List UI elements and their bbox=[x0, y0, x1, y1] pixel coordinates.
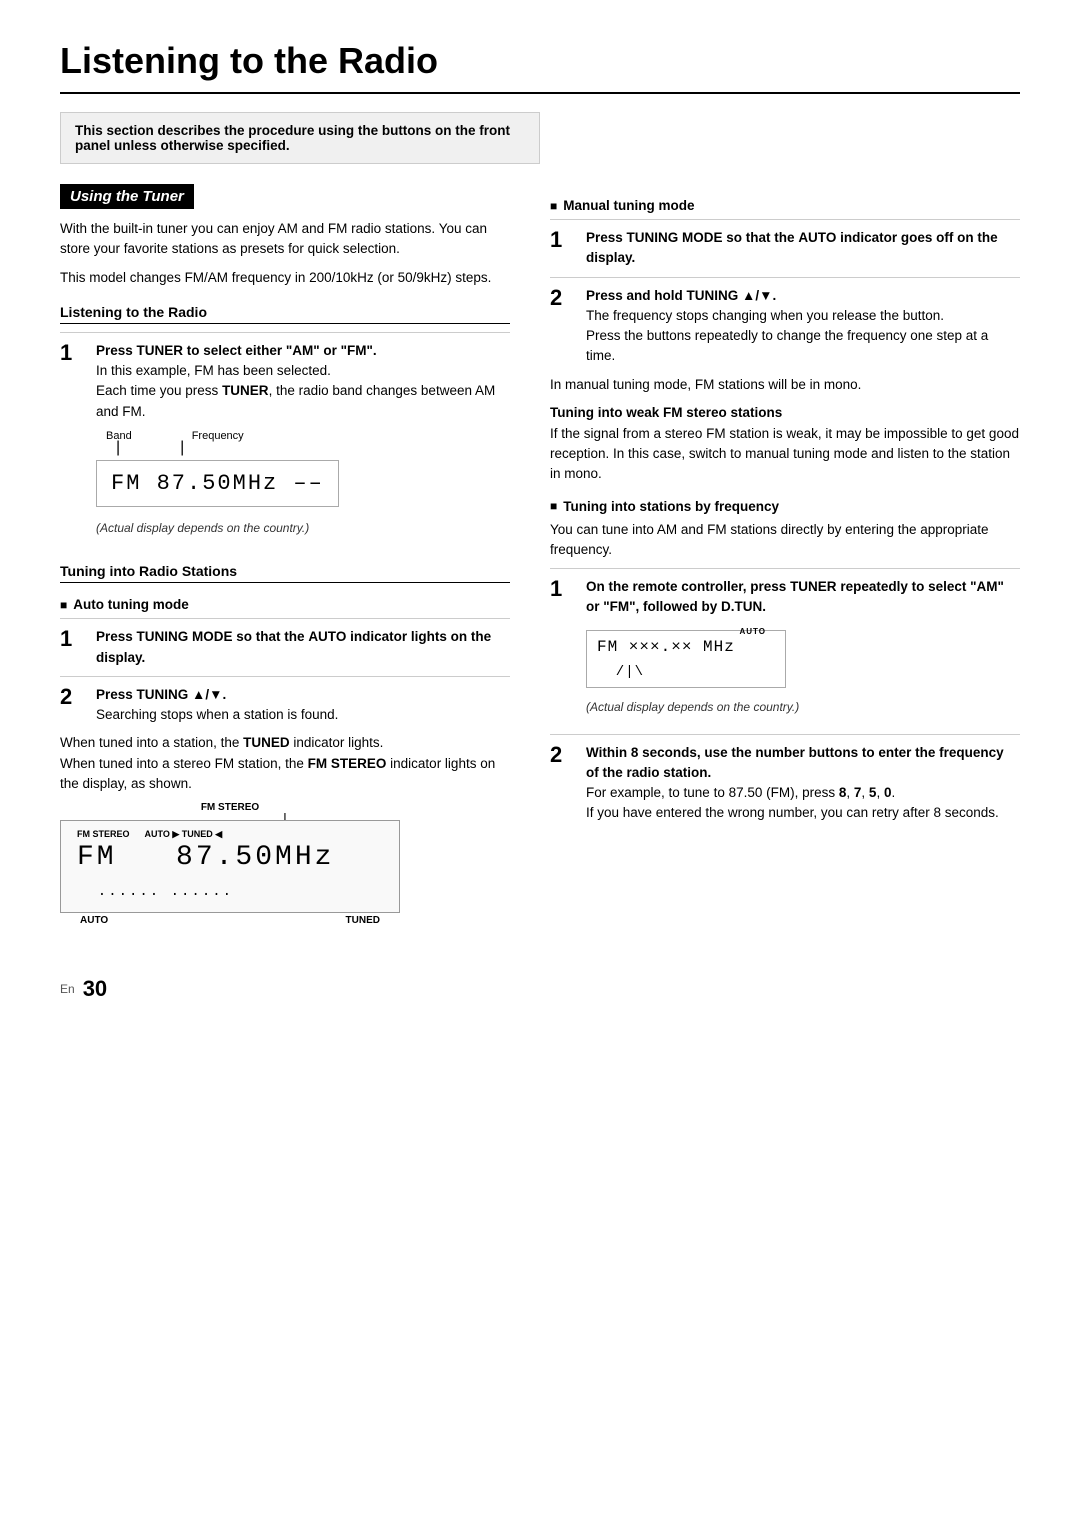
freq-step1-content: On the remote controller, press TUNER re… bbox=[586, 577, 1020, 726]
intro-text: This section describes the procedure usi… bbox=[75, 123, 510, 153]
step1-content: Press TUNER to select either "AM" or "FM… bbox=[96, 341, 510, 548]
right-column: Manual tuning mode 1 Press TUNING MODE s… bbox=[550, 184, 1020, 936]
manual-step-num-1: 1 bbox=[550, 228, 578, 252]
freq-display-area: AUTO FM ×××.×× MHz /|\ (Actual display d… bbox=[586, 624, 1020, 716]
freq-label: Frequency bbox=[192, 428, 244, 445]
freq-display-text: FM ×××.×× MHz bbox=[597, 638, 735, 656]
tuned-note: When tuned into a station, the TUNED ind… bbox=[60, 733, 510, 794]
fm-stereo-label-text: FM STEREO bbox=[201, 802, 259, 813]
freq-display-box: AUTO FM ×××.×× MHz /|\ bbox=[586, 630, 786, 688]
weak-fm-heading: Tuning into weak FM stereo stations bbox=[550, 405, 1020, 420]
freq-display-caption: (Actual display depends on the country.) bbox=[586, 698, 1020, 716]
page-footer: En 30 bbox=[60, 976, 1020, 1002]
fm-display-area: Band Frequency | | FM 87.50MHz –– (Actua… bbox=[96, 428, 510, 538]
weak-fm-body: If the signal from a stereo FM station i… bbox=[550, 424, 1020, 485]
auto-indicator: AUTO bbox=[739, 626, 766, 638]
fm-large-display: FM STEREO AUTO ▶ TUNED ◀ FM 87.50MHz ...… bbox=[60, 820, 400, 913]
listening-step1: 1 Press TUNER to select either "AM" or "… bbox=[60, 332, 510, 548]
auto-step2-content: Press TUNING ▲/▼. Searching stops when a… bbox=[96, 685, 510, 726]
freq-step2: 2 Within 8 seconds, use the number butto… bbox=[550, 734, 1020, 824]
freq-step2-content: Within 8 seconds, use the number buttons… bbox=[586, 743, 1020, 824]
using-tuner-heading: Using the Tuner bbox=[60, 184, 194, 209]
freq-display-wrapper: AUTO FM ×××.×× MHz /|\ bbox=[586, 624, 786, 694]
by-freq-heading: Tuning into stations by frequency bbox=[550, 499, 1020, 514]
left-column: Using the Tuner With the built-in tuner … bbox=[60, 184, 510, 936]
large-display-dots: ...... ...... bbox=[77, 884, 233, 900]
manual-step2-content: Press and hold TUNING ▲/▼. The frequency… bbox=[586, 286, 1020, 367]
tuning-stations-heading: Tuning into Radio Stations bbox=[60, 563, 510, 583]
manual-mode-text: Manual tuning mode bbox=[563, 198, 694, 213]
freq-step2-title: Within 8 seconds, use the number buttons… bbox=[586, 745, 1004, 780]
manual-step1: 1 Press TUNING MODE so that the AUTO ind… bbox=[550, 219, 1020, 269]
auto-step1-content: Press TUNING MODE so that the AUTO indic… bbox=[96, 627, 510, 668]
freq-step1: 1 On the remote controller, press TUNER … bbox=[550, 568, 1020, 726]
title-divider bbox=[60, 92, 1020, 94]
fm-display: FM 87.50MHz –– bbox=[96, 460, 339, 507]
large-display-text: FM 87.50MHz bbox=[77, 842, 334, 873]
page-number: 30 bbox=[83, 976, 107, 1002]
auto-bottom-label: AUTO bbox=[80, 915, 108, 926]
tuner-para1: With the built-in tuner you can enjoy AM… bbox=[60, 219, 510, 260]
main-content: Using the Tuner With the built-in tuner … bbox=[60, 184, 1020, 936]
inline-fm-stereo: FM STEREO AUTO ▶ TUNED ◀ bbox=[77, 829, 383, 840]
manual-step2-body2: Press the buttons repeatedly to change t… bbox=[586, 328, 988, 363]
auto-mode-label: Auto tuning mode bbox=[60, 597, 510, 612]
auto-step-num-1: 1 bbox=[60, 627, 88, 651]
manual-step2-title: Press and hold TUNING ▲/▼. bbox=[586, 288, 776, 303]
auto-step-num-2: 2 bbox=[60, 685, 88, 709]
manual-step2-body1: The frequency stops changing when you re… bbox=[586, 308, 944, 323]
auto-step1: 1 Press TUNING MODE so that the AUTO ind… bbox=[60, 618, 510, 668]
page-title: Listening to the Radio bbox=[60, 40, 1020, 82]
intro-box: This section describes the procedure usi… bbox=[60, 112, 540, 164]
auto-step2: 2 Press TUNING ▲/▼. Searching stops when… bbox=[60, 676, 510, 726]
fm-bottom-labels: AUTO TUNED bbox=[60, 913, 400, 926]
manual-mode-label: Manual tuning mode bbox=[550, 198, 1020, 213]
auto-step2-title: Press TUNING ▲/▼. bbox=[96, 687, 226, 702]
freq-step-num-1: 1 bbox=[550, 577, 578, 601]
listening-radio-heading: Listening to the Radio bbox=[60, 304, 510, 324]
manual-step1-title: Press TUNING MODE so that the AUTO indic… bbox=[586, 230, 998, 265]
step1-body2: Each time you press TUNER, the radio ban… bbox=[96, 383, 495, 418]
tuner-para2: This model changes FM/AM frequency in 20… bbox=[60, 268, 510, 288]
freq-step1-title: On the remote controller, press TUNER re… bbox=[586, 579, 1004, 614]
auto-step1-title: Press TUNING MODE so that the AUTO indic… bbox=[96, 629, 491, 664]
manual-step-num-2: 2 bbox=[550, 286, 578, 310]
fm-stereo-top-label: FM STEREO bbox=[60, 802, 400, 813]
manual-step1-content: Press TUNING MODE so that the AUTO indic… bbox=[586, 228, 1020, 269]
freq-step2-body1: For example, to tune to 87.50 (FM), pres… bbox=[586, 785, 895, 800]
tuned-bottom-label: TUNED bbox=[346, 915, 380, 926]
manual-step2: 2 Press and hold TUNING ▲/▼. The frequen… bbox=[550, 277, 1020, 367]
auto-step2-body: Searching stops when a station is found. bbox=[96, 707, 338, 722]
step1-body1: In this example, FM has been selected. bbox=[96, 363, 331, 378]
freq-display-bottom: /|\ bbox=[597, 664, 644, 680]
manual-note: In manual tuning mode, FM stations will … bbox=[550, 375, 1020, 395]
large-display-wrapper: FM STEREO AUTO ▶ TUNED ◀ FM 87.50MHz ...… bbox=[60, 820, 400, 913]
band-freq-labels: Band Frequency bbox=[96, 428, 510, 445]
display-text: FM 87.50MHz –– bbox=[111, 471, 324, 496]
by-freq-label: Tuning into stations by frequency bbox=[563, 499, 779, 514]
fm-stereo-display-area: FM STEREO | FM STEREO AUTO ▶ TUNED ◀ FM … bbox=[60, 802, 510, 926]
step1-title: Press TUNER to select either "AM" or "FM… bbox=[96, 343, 377, 358]
by-freq-intro: You can tune into AM and FM stations dir… bbox=[550, 520, 1020, 561]
freq-step-num-2: 2 bbox=[550, 743, 578, 767]
freq-step2-body2: If you have entered the wrong number, yo… bbox=[586, 805, 999, 820]
display-caption: (Actual display depends on the country.) bbox=[96, 519, 510, 537]
lang-label: En bbox=[60, 982, 75, 996]
step-number-1: 1 bbox=[60, 341, 88, 365]
auto-mode-text: Auto tuning mode bbox=[73, 597, 188, 612]
